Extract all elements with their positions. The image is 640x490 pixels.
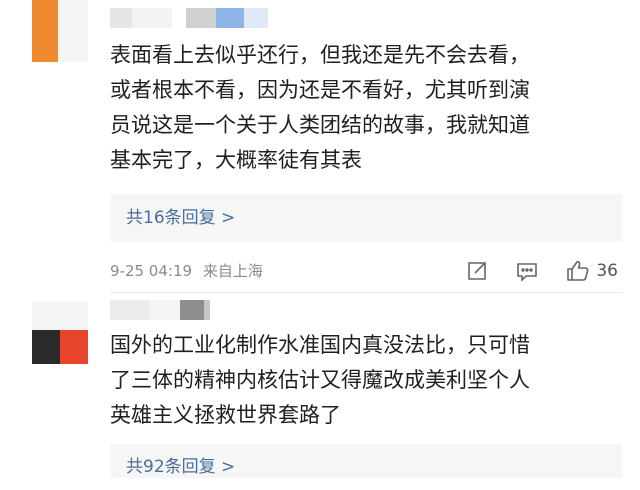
share-icon bbox=[468, 262, 487, 280]
like-count: 36 bbox=[596, 261, 618, 281]
reply-count-link[interactable]: 共16条回复 > bbox=[110, 194, 622, 242]
comment-text: 国外的工业化制作水准国内真没法比，只可惜 了三体的精神内核估计又得魔改成美利坚个… bbox=[110, 328, 622, 433]
avatar[interactable] bbox=[32, 302, 88, 364]
comment-line: 国外的工业化制作水准国内真没法比，只可惜 bbox=[110, 333, 530, 357]
username-blurred[interactable] bbox=[110, 8, 268, 28]
comment-line: 基本完了，大概率徒有其表 bbox=[110, 148, 362, 172]
comment-line: 英雄主义拯救世界套路了 bbox=[110, 403, 341, 427]
like-button[interactable]: 36 bbox=[566, 258, 618, 284]
location: 来自上海 bbox=[202, 262, 263, 280]
reply-count-link[interactable]: 共92条回复 > bbox=[110, 444, 622, 478]
comment-button[interactable] bbox=[516, 260, 538, 282]
avatar[interactable] bbox=[32, 0, 88, 62]
comment-line: 或者根本不看，因为还是不看好，尤其听到演 bbox=[110, 78, 530, 102]
divider bbox=[110, 292, 622, 293]
like-icon bbox=[567, 260, 589, 281]
comment-line: 员说这是一个关于人类团结的故事，我就知道 bbox=[110, 113, 530, 137]
comment-line: 了三体的精神内核估计又得魔改成美利坚个人 bbox=[110, 368, 530, 392]
username-blurred[interactable] bbox=[110, 300, 210, 320]
comment-text: 表面看上去似乎还行，但我还是先不会去看， 或者根本不看，因为还是不看好，尤其听到… bbox=[110, 38, 622, 178]
share-button[interactable] bbox=[466, 260, 488, 282]
timestamp: 9-25 04:19 bbox=[110, 262, 193, 280]
comment-meta: 9-25 04:19 来自上海 36 bbox=[110, 258, 622, 284]
comment-icon bbox=[517, 263, 538, 282]
comment-actions: 36 bbox=[438, 258, 618, 284]
comment-line: 表面看上去似乎还行，但我还是先不会去看， bbox=[110, 43, 530, 67]
